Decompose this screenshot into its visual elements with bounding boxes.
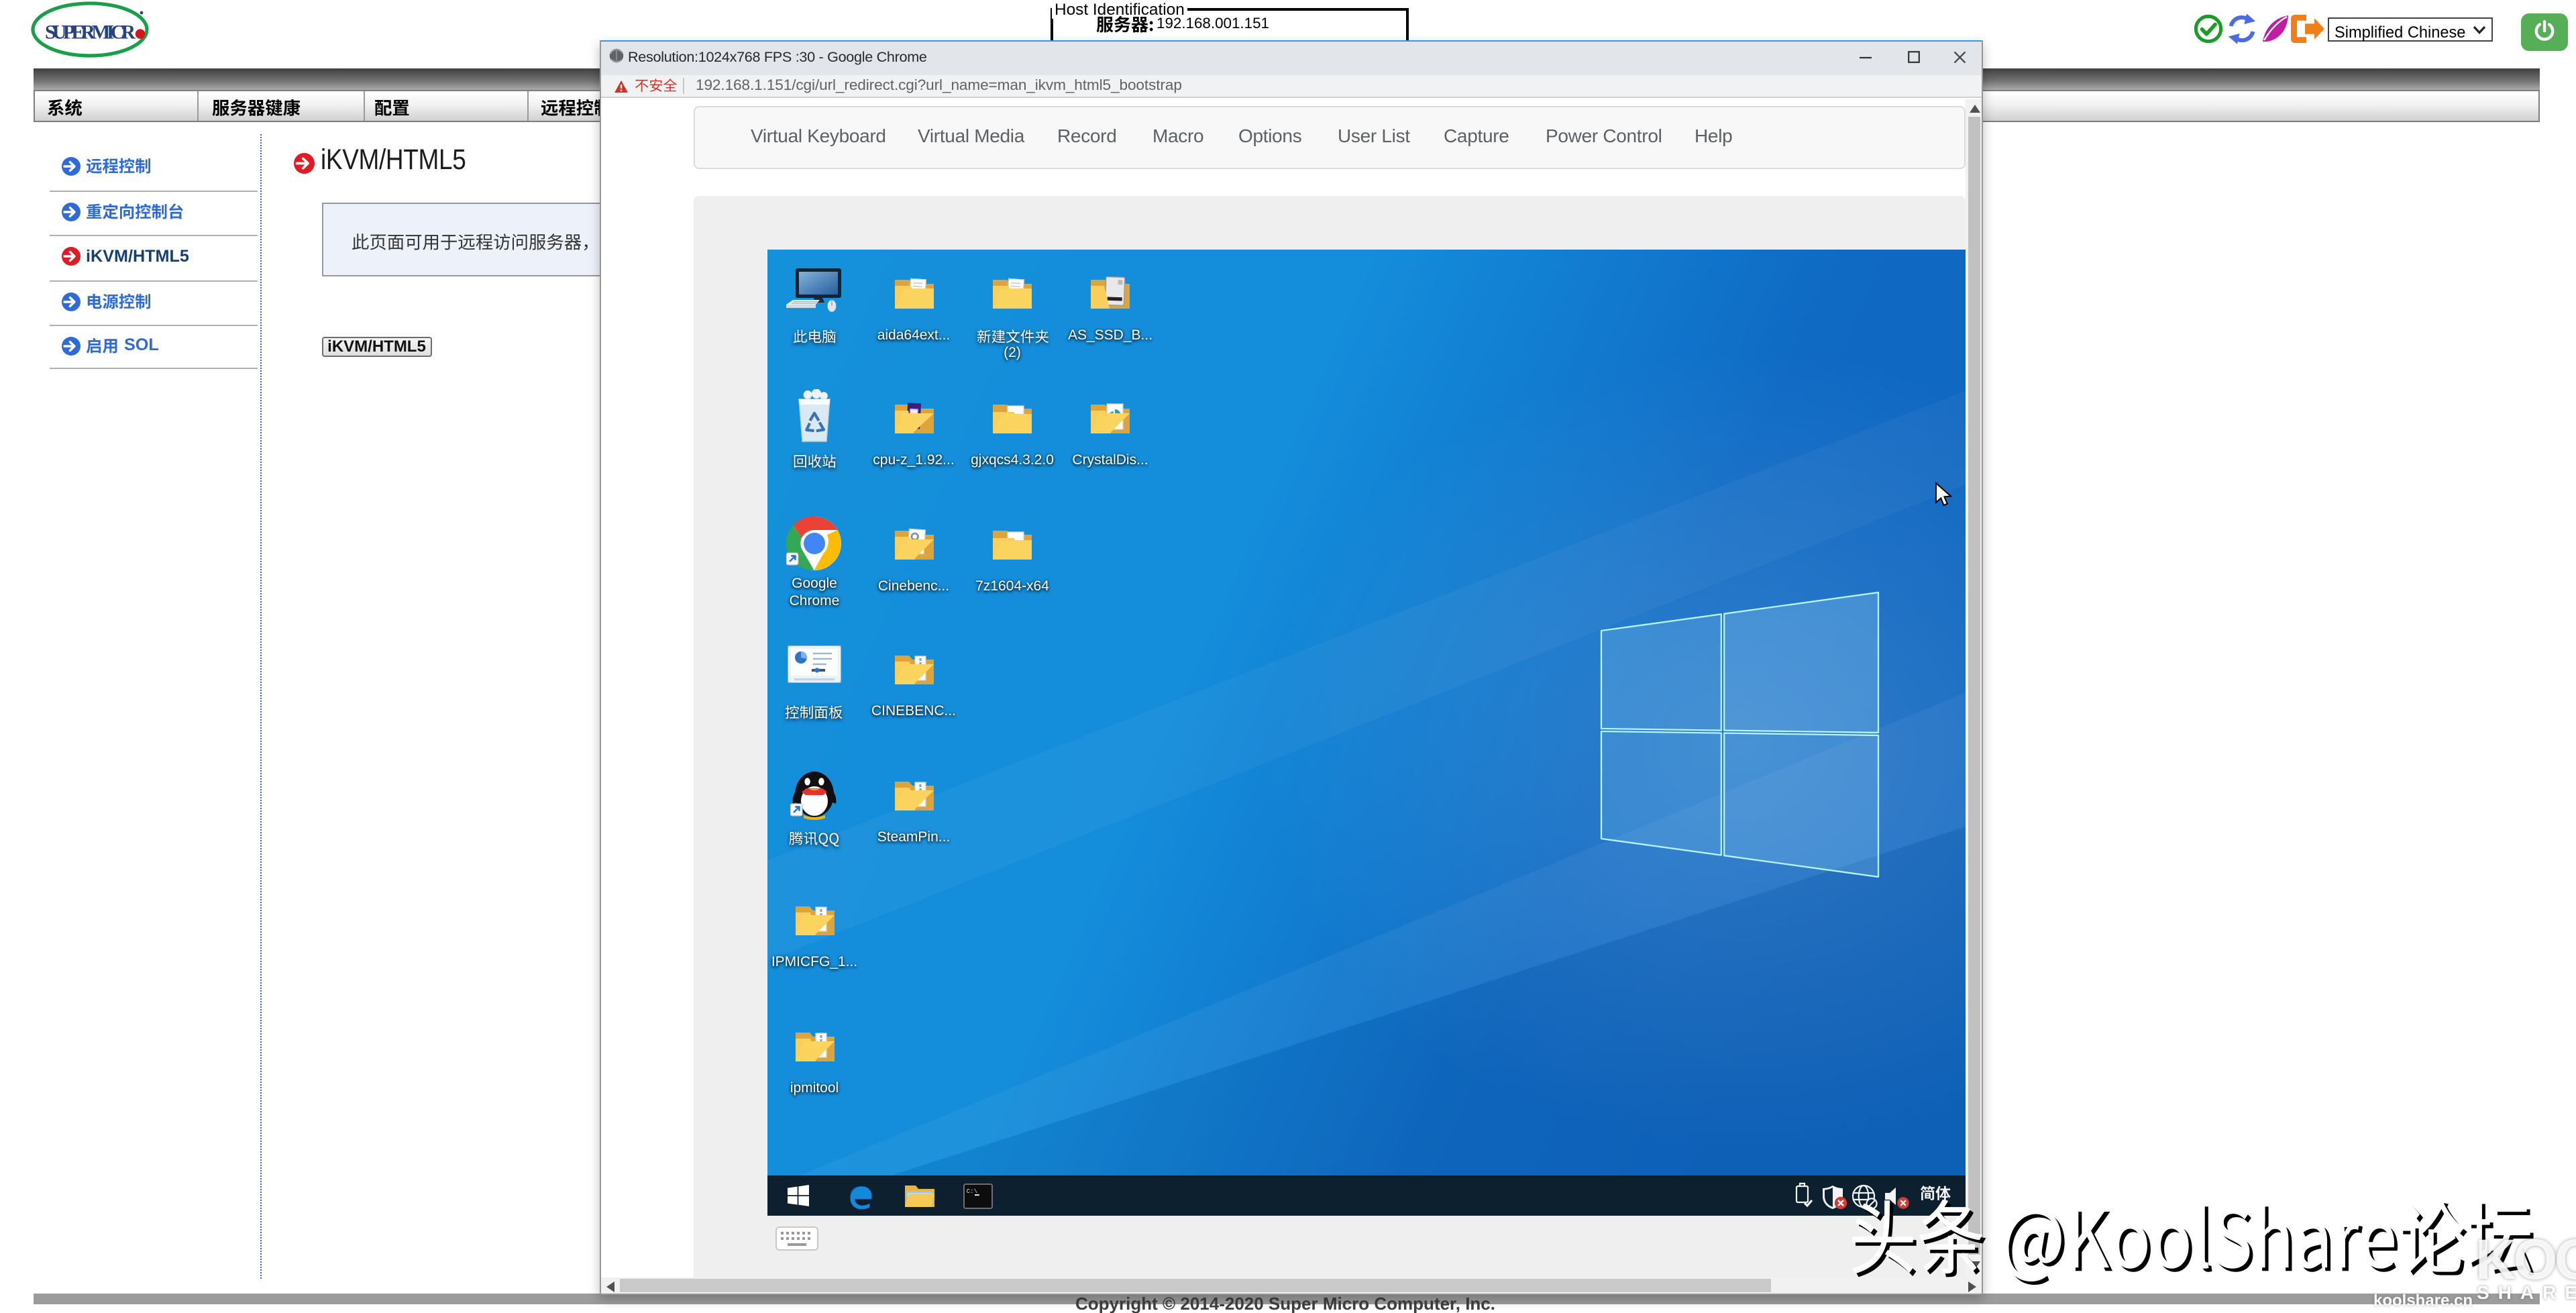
svg-text:SUPERMICR: SUPERMICR	[45, 21, 136, 43]
svg-text:C:\: C:\	[966, 1188, 977, 1195]
